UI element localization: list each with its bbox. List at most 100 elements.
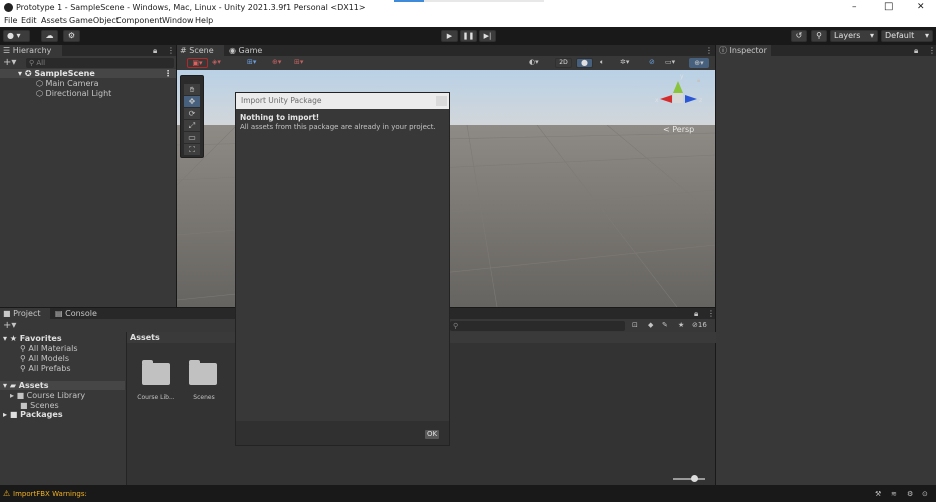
search-by-label-icon[interactable]: ◆ xyxy=(648,321,653,329)
window-title: Prototype 1 - SampleScene - Windows, Mac… xyxy=(16,3,366,12)
camera-dropdown[interactable]: ▭▾ xyxy=(665,58,675,66)
close-button[interactable]: ✕ xyxy=(917,2,925,12)
assets-child[interactable]: ■ Scenes xyxy=(20,401,59,410)
hierarchy-item[interactable]: ⬡ Directional Light xyxy=(36,89,111,98)
menu-edit[interactable]: Edit xyxy=(21,16,37,25)
create-plus-icon[interactable]: +▾ xyxy=(3,57,16,68)
favorite-star-icon[interactable]: ★ xyxy=(678,321,684,329)
maximize-button[interactable]: □ xyxy=(884,1,893,12)
move-tool-icon[interactable]: ✥ xyxy=(184,96,200,107)
chevron-down-icon: ▾ xyxy=(3,334,8,343)
lightbulb-icon: ● xyxy=(581,58,588,67)
gizmo-lock-icon[interactable]: 🔒︎ xyxy=(697,77,700,85)
hierarchy-item[interactable]: ⬡ Main Camera xyxy=(36,79,99,88)
step-icon: ▶| xyxy=(483,32,492,40)
assets-row[interactable]: ▾ ▰ Assets xyxy=(0,381,125,390)
more-menu-icon[interactable]: ⋮ xyxy=(167,46,175,55)
menu-gameobject[interactable]: GameObject xyxy=(69,16,119,25)
scene-more-icon[interactable]: ⋮ xyxy=(164,69,172,78)
lock-icon[interactable]: 🔒︎ xyxy=(914,46,918,56)
tab-project[interactable]: ■ Project xyxy=(0,308,50,319)
scale-tool-icon[interactable]: ⤢ xyxy=(184,120,200,131)
tag-icon[interactable]: ✎ xyxy=(662,321,668,329)
play-button[interactable]: ▶ xyxy=(441,30,458,42)
hand-tool-icon[interactable]: ✋︎ xyxy=(184,84,200,95)
search-button[interactable]: ⚲ xyxy=(811,30,827,42)
account-button[interactable]: ● ▾ xyxy=(3,30,30,42)
tab-scene[interactable]: # Scene xyxy=(177,45,224,56)
rotate-tool-icon[interactable]: ⟳ xyxy=(184,108,200,119)
audio-toggle-icon[interactable]: 🔈︎ xyxy=(600,58,604,67)
status-message[interactable]: ImportFBX Warnings: xyxy=(13,490,87,498)
pivot-dropdown[interactable]: ⊞▾ xyxy=(247,58,256,66)
menu-assets[interactable]: Assets xyxy=(41,16,67,25)
minimize-button[interactable]: – xyxy=(852,2,857,12)
favorites-item[interactable]: ⚲ All Materials xyxy=(20,344,78,353)
info-icon: ⓘ xyxy=(719,46,727,55)
more-menu-icon[interactable]: ⋮ xyxy=(928,46,936,55)
lock-icon[interactable]: 🔒︎ xyxy=(694,309,698,319)
auto-generate-lighting-icon[interactable]: ⚒ xyxy=(875,490,881,498)
assets-child[interactable]: ▸ ■ Course Library xyxy=(10,391,85,400)
folder-icon xyxy=(189,360,217,385)
ok-button[interactable]: OK xyxy=(424,429,440,440)
dialog-close-button[interactable] xyxy=(436,96,447,106)
lock-icon[interactable]: 🔒︎ xyxy=(153,46,157,56)
asset-tile[interactable]: Scenes xyxy=(183,360,225,405)
cache-server-icon[interactable]: ≋ xyxy=(891,490,897,498)
layers-dropdown[interactable]: Layers ▾ xyxy=(830,30,878,42)
tab-game[interactable]: ◉ Game xyxy=(226,45,266,56)
collab-button[interactable]: ⚙ xyxy=(63,30,80,42)
hidden-packages-toggle[interactable]: ⊘16 xyxy=(692,321,707,329)
scene-row[interactable]: ▾ ✪ SampleScene ⋮ xyxy=(0,69,176,78)
effects-dropdown[interactable]: ✲▾ xyxy=(620,58,629,66)
hierarchy-search-field[interactable]: ⚲ All xyxy=(26,58,174,68)
create-plus-icon[interactable]: +▾ xyxy=(3,320,16,331)
more-menu-icon[interactable]: ⋮ xyxy=(705,46,713,55)
pause-button[interactable]: ❚❚ xyxy=(460,30,477,42)
grid-snap-dropdown[interactable]: ⊕▾ xyxy=(272,58,281,66)
perspective-label[interactable]: < Persp xyxy=(663,125,694,134)
lighting-toggle[interactable]: ● xyxy=(576,58,593,68)
search-icon: ⚲ xyxy=(20,344,26,353)
hidden-objects-icon[interactable]: ⊘ xyxy=(649,58,655,66)
unity-scene-icon: ✪ xyxy=(24,69,32,78)
layout-label: Default xyxy=(885,31,915,40)
asset-size-slider[interactable] xyxy=(673,475,705,482)
menu-component[interactable]: Component xyxy=(116,16,162,25)
assets-tree-label: Assets xyxy=(18,381,49,390)
favorites-item[interactable]: ⚲ All Prefabs xyxy=(20,364,71,373)
search-icon: ⚲ xyxy=(29,59,35,67)
step-button[interactable]: ▶| xyxy=(479,30,496,42)
gizmos-dropdown[interactable]: ⊕▾ xyxy=(689,58,709,68)
asset-tile[interactable]: Course Lib... xyxy=(135,360,177,405)
toggle-2d-button[interactable]: 2D xyxy=(555,58,572,68)
gizmo-center-cube xyxy=(673,93,683,103)
project-search-field[interactable]: ⚲ xyxy=(450,321,625,331)
increment-snap-dropdown[interactable]: ⊞▾ xyxy=(294,58,303,66)
debug-mode-icon[interactable]: ⚙ xyxy=(907,490,913,498)
more-menu-icon[interactable]: ⋮ xyxy=(707,309,715,318)
rect-tool-icon[interactable]: ▭ xyxy=(184,132,200,143)
favorites-item[interactable]: ⚲ All Models xyxy=(20,354,69,363)
slider-handle[interactable] xyxy=(691,475,698,482)
tab-hierarchy[interactable]: ☰ Hierarchy xyxy=(0,45,62,56)
packages-row[interactable]: ▸ ■ Packages xyxy=(3,410,63,419)
undo-history-button[interactable]: ↺ xyxy=(791,30,807,42)
tab-inspector[interactable]: ⓘ Inspector xyxy=(716,45,771,56)
menu-window[interactable]: Window xyxy=(162,16,194,25)
favorites-row[interactable]: ▾ ★ Favorites xyxy=(3,334,62,343)
shading-dropdown[interactable]: ◐▾ xyxy=(529,58,539,66)
transform-tool-icon[interactable]: ⛶ xyxy=(184,144,200,155)
draw-mode-dropdown[interactable]: ▣▾ xyxy=(187,58,208,68)
menu-help[interactable]: Help xyxy=(195,16,213,25)
tab-console[interactable]: ▤ Console xyxy=(52,308,102,319)
render-mode-dropdown[interactable]: ◈▾ xyxy=(212,58,221,66)
scene-tab-icon: # xyxy=(180,46,187,55)
orientation-gizmo[interactable]: y x z 🔒︎ xyxy=(655,73,705,117)
search-by-type-icon[interactable]: ⊡ xyxy=(632,321,638,329)
progress-circle-icon[interactable]: ⊙ xyxy=(922,490,928,498)
cloud-button[interactable]: ☁ xyxy=(41,30,58,42)
layout-dropdown[interactable]: Default ▾ xyxy=(881,30,933,42)
menu-file[interactable]: File xyxy=(4,16,17,25)
